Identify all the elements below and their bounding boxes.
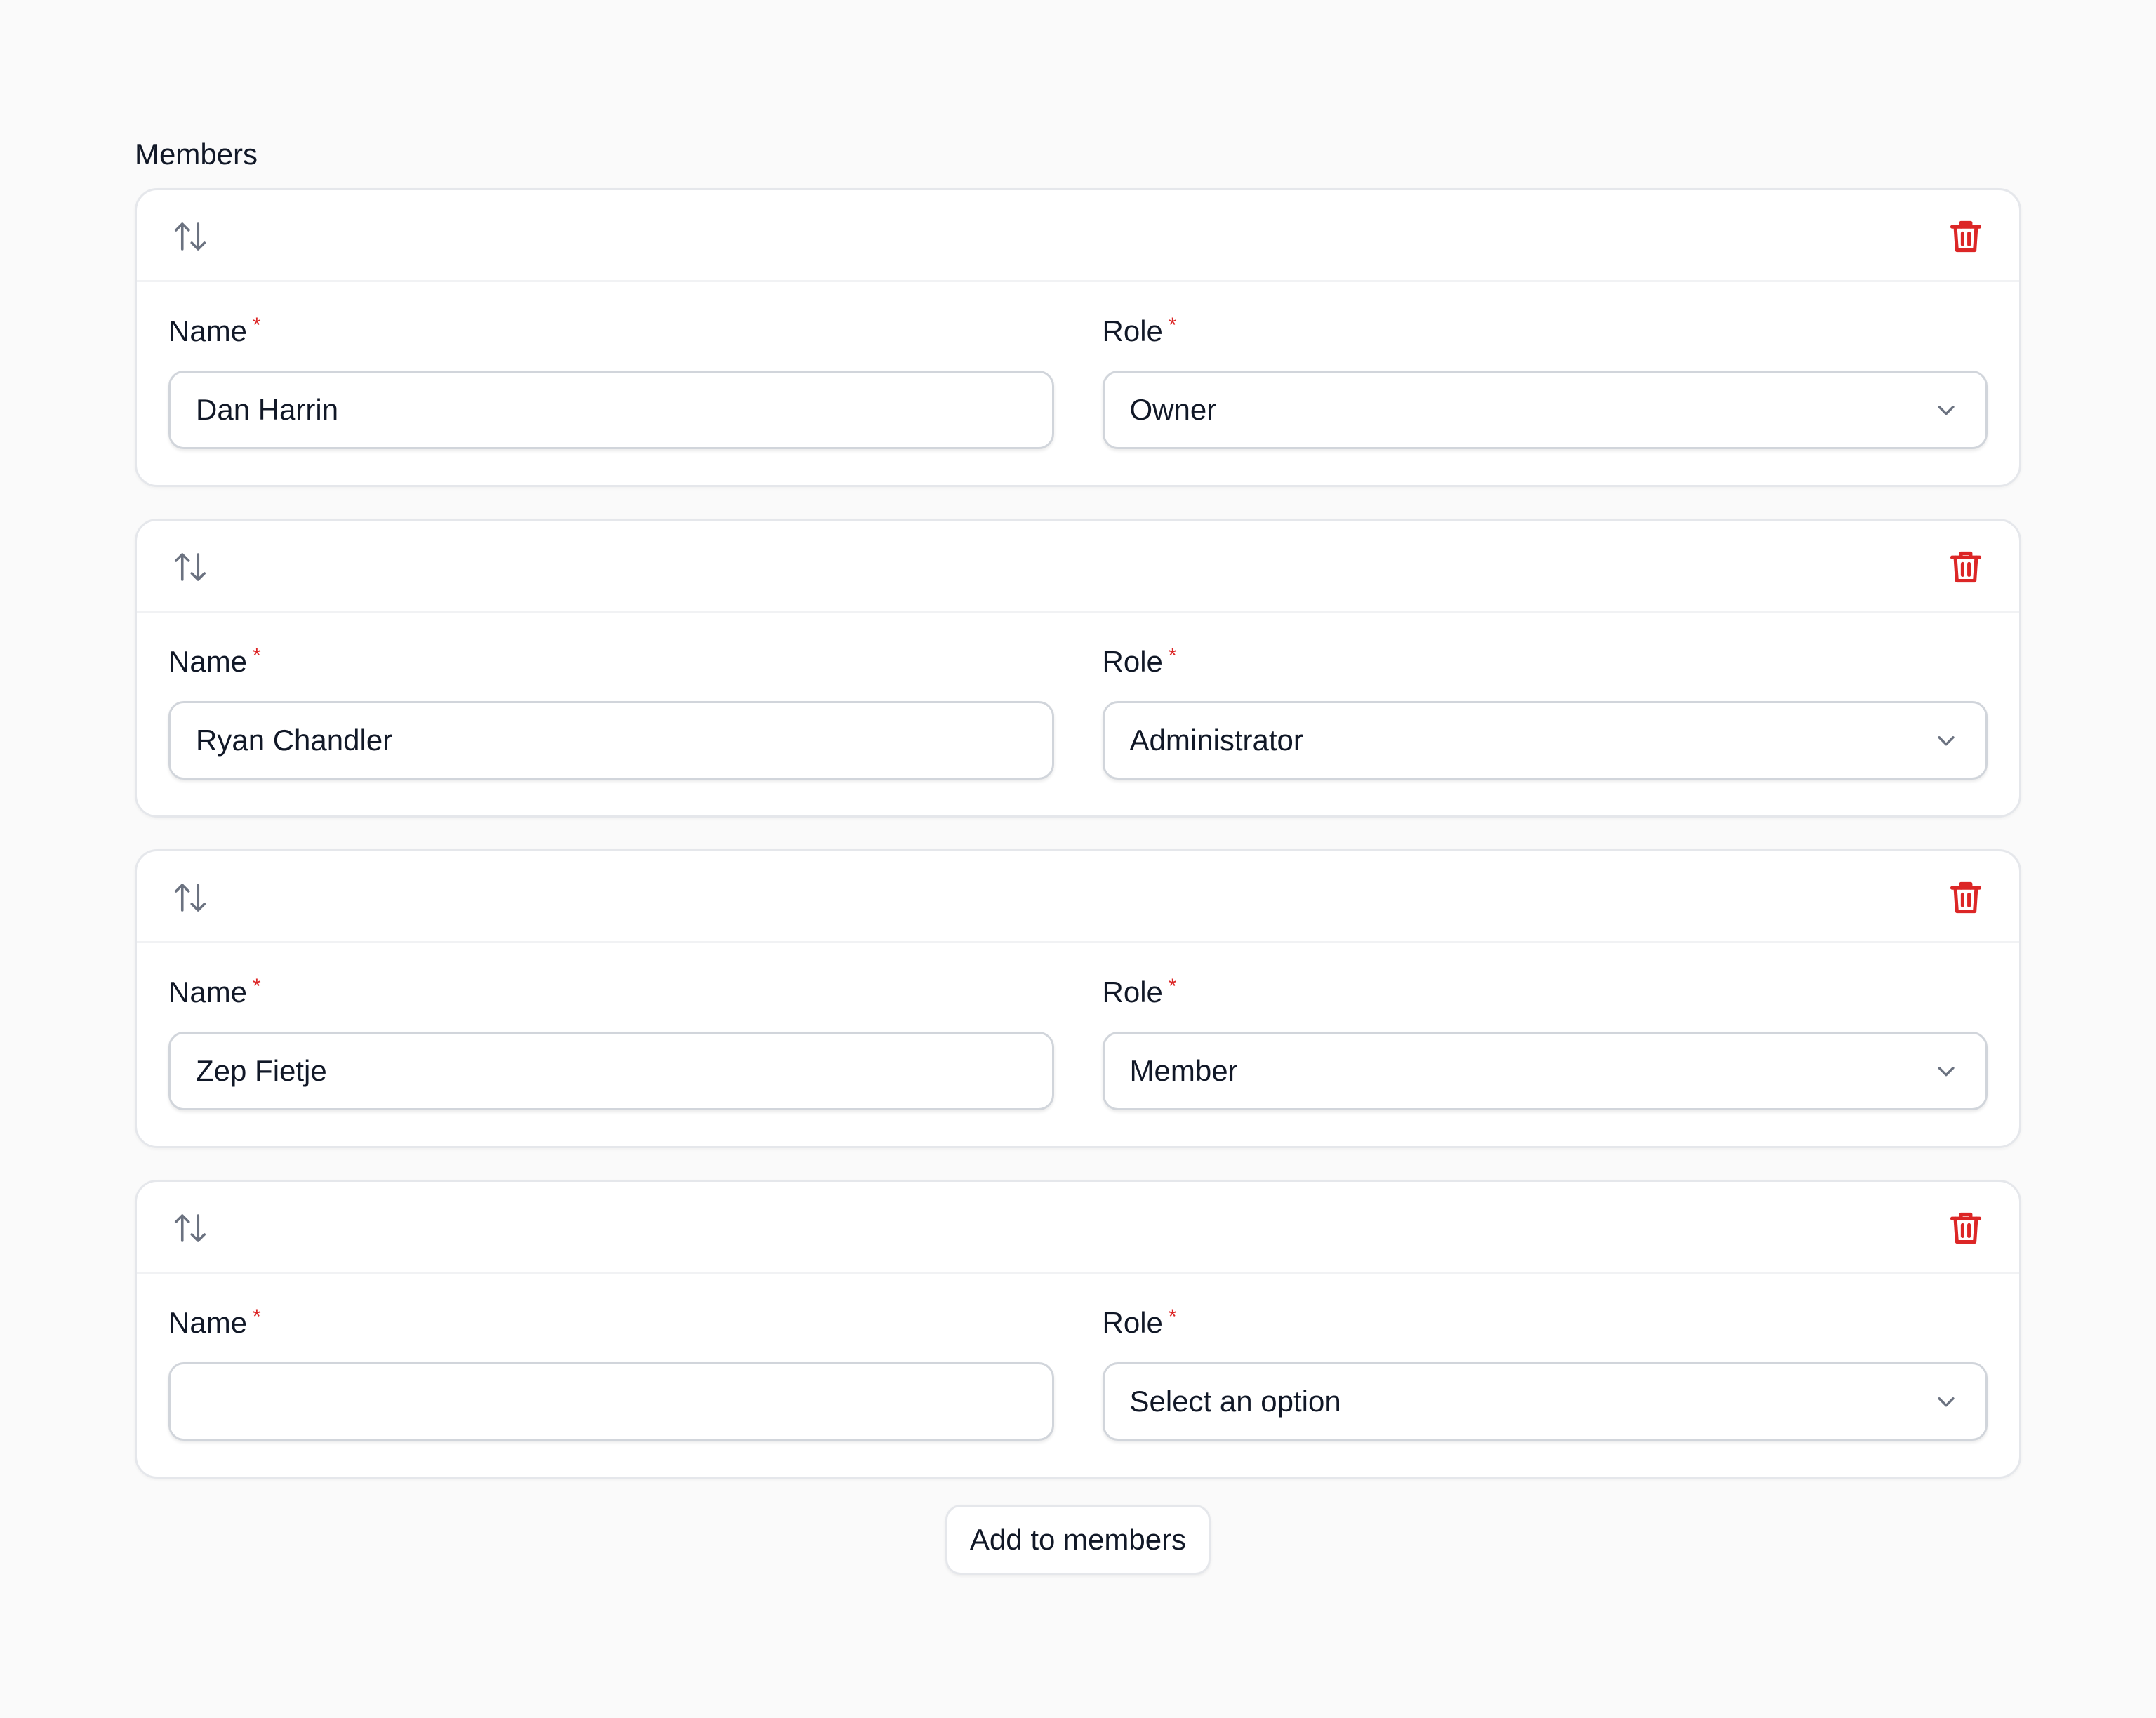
arrows-up-down-icon[interactable]: [171, 217, 210, 256]
item-header: [137, 521, 2019, 613]
chevron-down-icon: [1932, 1057, 1960, 1085]
members-repeater: Members Name* Role* Owner: [135, 135, 2021, 1575]
role-label: Role: [1102, 1306, 1163, 1339]
name-label: Name: [168, 975, 248, 1008]
member-item: Name * Role * Select an option: [135, 1180, 2021, 1479]
name-label: Name: [168, 314, 248, 347]
chevron-down-icon: [1932, 726, 1960, 754]
role-select[interactable]: Owner: [1102, 371, 1988, 449]
role-select[interactable]: Member: [1102, 1032, 1988, 1110]
add-to-members-button[interactable]: Add to members: [945, 1505, 1211, 1575]
name-input[interactable]: [168, 371, 1054, 449]
role-select-value: Select an option: [1129, 1385, 1341, 1418]
required-marker: *: [253, 975, 261, 998]
role-field: Role * Administrator: [1102, 644, 1988, 780]
name-field: Name *: [168, 1305, 1054, 1441]
role-field: Role * Select an option: [1102, 1305, 1988, 1441]
trash-icon[interactable]: [1946, 217, 1985, 256]
required-marker: *: [1168, 1305, 1177, 1329]
arrows-up-down-icon[interactable]: [171, 878, 210, 917]
name-field: Name *: [168, 644, 1054, 780]
item-header: [137, 190, 2019, 282]
item-header: [137, 851, 2019, 943]
role-select[interactable]: Select an option: [1102, 1362, 1988, 1441]
section-label: Members: [135, 138, 258, 171]
name-field: Name *: [168, 974, 1054, 1110]
required-marker: *: [253, 644, 261, 667]
role-field: Role * Member: [1102, 974, 1988, 1110]
required-marker: *: [1168, 975, 1177, 998]
member-item: Name* Role* Member: [135, 849, 2021, 1148]
role-label: Role: [1102, 975, 1163, 1008]
name-input[interactable]: [168, 701, 1054, 780]
trash-icon[interactable]: [1946, 1208, 1985, 1248]
member-item: Name* Role* Administrator: [135, 519, 2021, 818]
add-row: Add to members: [135, 1505, 2021, 1575]
name-label: Name: [168, 645, 248, 678]
trash-icon[interactable]: [1946, 878, 1985, 917]
chevron-down-icon: [1932, 396, 1960, 424]
required-marker: *: [253, 1305, 261, 1329]
name-field: Name *: [168, 313, 1054, 449]
required-marker: *: [253, 314, 261, 337]
arrows-up-down-icon[interactable]: [171, 547, 210, 587]
arrows-up-down-icon[interactable]: [171, 1208, 210, 1248]
name-input[interactable]: [168, 1032, 1054, 1110]
role-label: Role: [1102, 645, 1163, 678]
trash-icon[interactable]: [1946, 547, 1985, 587]
member-item: Name* Role* Owner: [135, 188, 2021, 487]
name-input[interactable]: [168, 1362, 1054, 1441]
required-marker: *: [1168, 314, 1177, 337]
role-select-value: Member: [1129, 1054, 1238, 1087]
chevron-down-icon: [1932, 1387, 1960, 1416]
role-select-value: Administrator: [1129, 724, 1303, 757]
role-select[interactable]: Administrator: [1102, 701, 1988, 780]
role-label: Role: [1102, 314, 1163, 347]
role-field: Role * Owner: [1102, 313, 1988, 449]
required-marker: *: [1168, 644, 1177, 667]
item-header: [137, 1182, 2019, 1274]
name-label: Name: [168, 1306, 248, 1339]
role-select-value: Owner: [1129, 393, 1217, 426]
